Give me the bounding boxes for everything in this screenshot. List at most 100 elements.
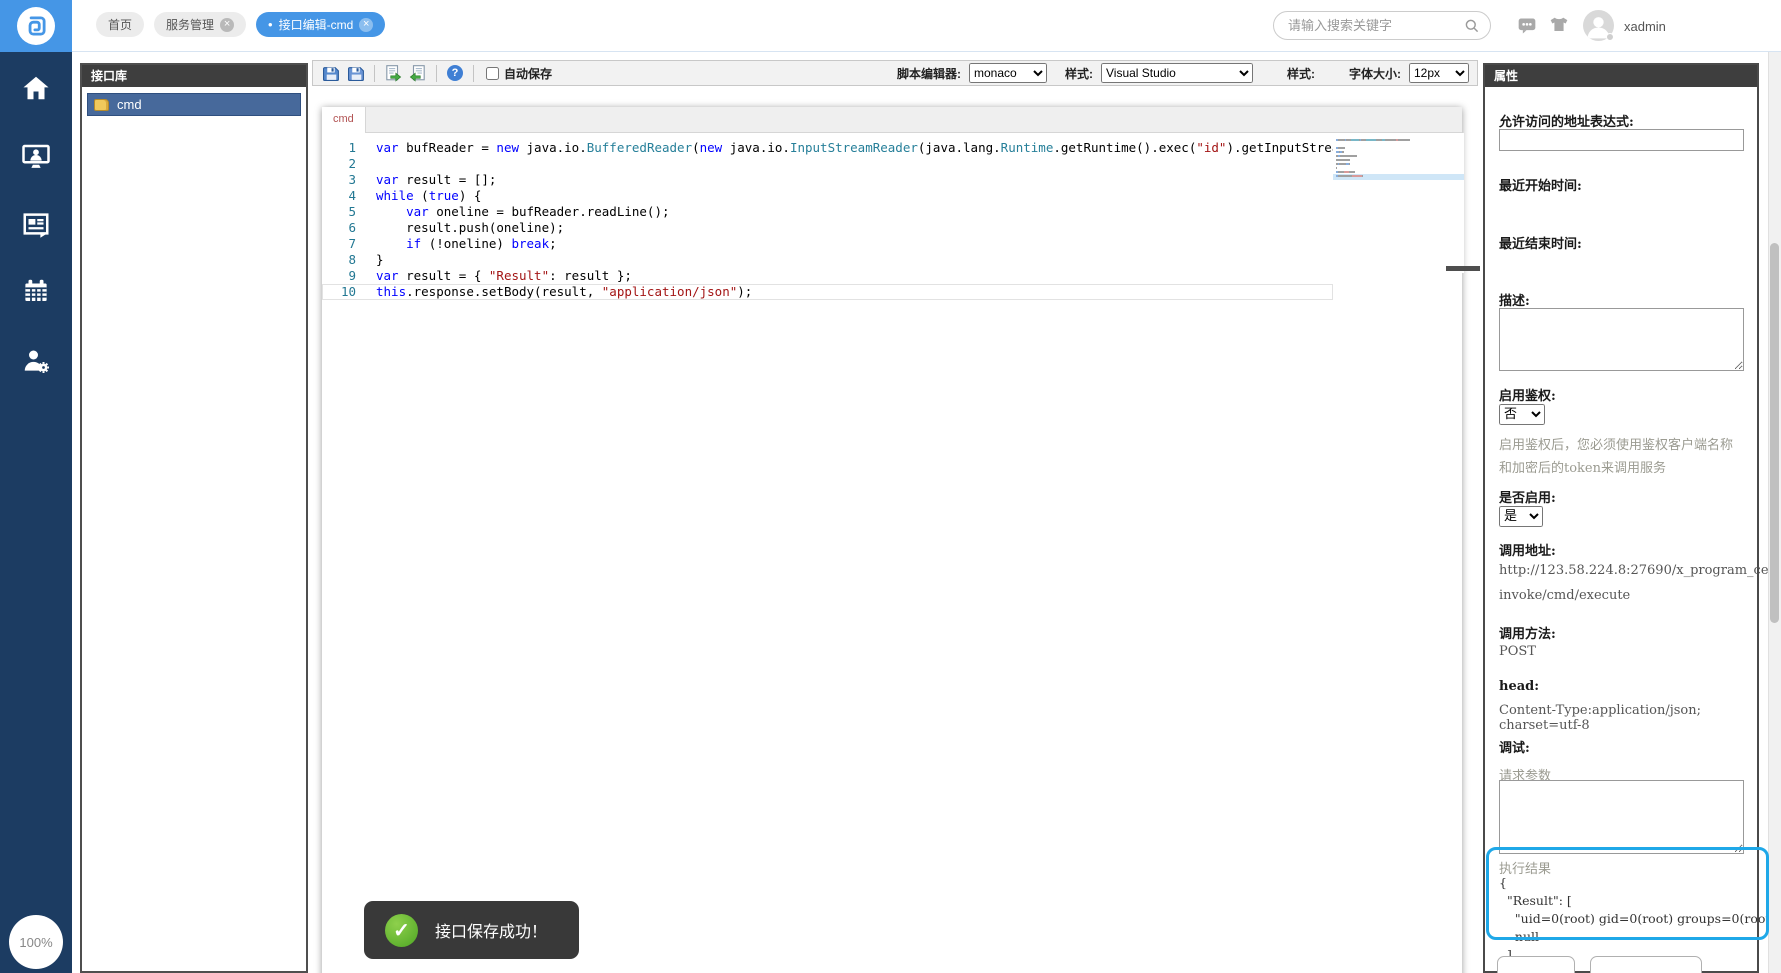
top-bar: 首页 服务管理 × • 接口编辑-cmd ×	[0, 0, 1781, 52]
save-button[interactable]	[321, 63, 341, 83]
last-end-time-label: 最近结束时间:	[1499, 233, 1744, 252]
last-start-time-label: 最近开始时间:	[1499, 175, 1744, 194]
panel-splitter-handle[interactable]	[1446, 266, 1480, 271]
message-icon[interactable]	[1516, 16, 1538, 36]
toolbar-separator	[436, 65, 437, 82]
editor-tab-cmd[interactable]: cmd	[322, 107, 366, 133]
user-settings-icon[interactable]	[21, 345, 51, 375]
toolbar-separator	[473, 65, 474, 82]
help-icon: ?	[447, 65, 463, 81]
autosave-label: 自动保存	[504, 65, 552, 82]
toolbar-right-group: 脚本编辑器: monaco 样式: Visual Studio 样式: 字体大小…	[887, 63, 1469, 83]
font-size-select[interactable]: 12px	[1409, 63, 1469, 83]
autosave-checkbox[interactable]	[486, 67, 499, 80]
invoke-method-value: POST	[1499, 644, 1744, 659]
auth-label: 启用鉴权:	[1499, 385, 1744, 404]
enabled-label: 是否启用:	[1499, 487, 1744, 506]
tab-service-label: 服务管理	[166, 16, 214, 33]
theme-tshirt-icon[interactable]	[1548, 16, 1570, 36]
save-as-button[interactable]	[346, 63, 366, 83]
tab-service-management[interactable]: 服务管理 ×	[154, 12, 246, 37]
tab-service-close-icon[interactable]: ×	[220, 18, 234, 32]
tab-interface-edit-label: 接口编辑-cmd	[279, 16, 354, 33]
help-button[interactable]: ?	[445, 63, 465, 83]
logo-icon	[17, 7, 55, 45]
description-textarea[interactable]	[1499, 308, 1744, 371]
request-params-textarea[interactable]	[1499, 780, 1744, 854]
debug-action-button-1[interactable]	[1497, 956, 1575, 973]
description-label: 描述:	[1499, 290, 1744, 309]
script-editor-label: 脚本编辑器:	[897, 65, 961, 82]
editor-toolbar: ? 自动保存 脚本编辑器: monaco 样式: Visual Studio 样…	[312, 60, 1478, 86]
toolbar-separator	[374, 65, 375, 82]
code-line[interactable]: 2	[322, 156, 1333, 172]
properties-panel: 属性 允许访问的地址表达式: 最近开始时间: 最近结束时间: 描述: 启用鉴权:…	[1483, 63, 1759, 973]
open-tabs: 首页 服务管理 × • 接口编辑-cmd ×	[96, 12, 385, 37]
code-line[interactable]: 1var bufReader = new java.io.BufferedRea…	[322, 140, 1333, 156]
editor-tabstrip: cmd	[322, 107, 1462, 133]
code-line[interactable]: 9var result = { "Result": result };	[322, 268, 1333, 284]
head-label: head:	[1499, 679, 1744, 694]
invoke-url-label: 调用地址:	[1499, 540, 1744, 559]
code-line[interactable]: 3var result = [];	[322, 172, 1333, 188]
code-line[interactable]: 8}	[322, 252, 1333, 268]
code-line[interactable]: 6 result.push(oneline);	[322, 220, 1333, 236]
calendar-icon[interactable]	[21, 276, 51, 306]
username-label[interactable]: xadmin	[1624, 19, 1666, 34]
avatar-status-dot	[1606, 33, 1614, 41]
font-size-label: 字体大小:	[1349, 65, 1401, 82]
debug-action-button-2[interactable]	[1590, 956, 1702, 973]
interface-library-panel: 接口库 cmd	[80, 63, 308, 973]
debug-label: 调试:	[1499, 737, 1744, 756]
invoke-url-line1: http://123.58.224.8:27690/x_program_cent…	[1499, 563, 1744, 578]
app-logo[interactable]	[0, 0, 72, 52]
style2-label: 样式:	[1287, 65, 1315, 82]
library-item-cmd[interactable]: cmd	[87, 93, 301, 116]
home-icon[interactable]	[21, 73, 51, 103]
library-item-label: cmd	[117, 97, 142, 112]
toast-message: 接口保存成功！	[435, 918, 547, 942]
style-label: 样式:	[1065, 65, 1093, 82]
page-scrollbar-thumb[interactable]	[1770, 243, 1779, 623]
news-document-icon[interactable]	[21, 209, 51, 239]
editor-minimap[interactable]	[1333, 133, 1464, 273]
style-select[interactable]: Visual Studio	[1101, 63, 1253, 83]
invoke-url-line2: invoke/cmd/execute	[1499, 588, 1744, 603]
minimap-rows	[1336, 139, 1462, 177]
address-expression-label: 允许访问的地址表达式:	[1499, 111, 1744, 130]
autosave-toggle: 自动保存	[486, 65, 552, 82]
code-editor: cmd 1var bufReader = new java.io.Buffere…	[322, 107, 1462, 973]
search-input[interactable]	[1288, 18, 1464, 33]
invoke-method-label: 调用方法:	[1499, 623, 1744, 642]
library-panel-title: 接口库	[82, 65, 306, 87]
code-lines[interactable]: 1var bufReader = new java.io.BufferedRea…	[322, 133, 1333, 973]
code-line[interactable]: 5 var oneline = bufReader.readLine();	[322, 204, 1333, 220]
auth-hint-text: 启用鉴权后，您必须使用鉴权客户端名称和加密后的token来调用服务	[1499, 435, 1744, 481]
enabled-select[interactable]: 是	[1499, 506, 1543, 527]
save-success-toast: ✓ 接口保存成功！	[364, 901, 579, 959]
head-value: Content-Type:application/json; charset=u…	[1499, 703, 1744, 733]
tab-home[interactable]: 首页	[96, 12, 144, 37]
global-search	[1273, 11, 1491, 40]
app-root: 首页 服务管理 × • 接口编辑-cmd ×	[0, 0, 1781, 973]
address-expression-input[interactable]	[1499, 129, 1744, 151]
tab-home-label: 首页	[108, 16, 132, 33]
import-button[interactable]	[383, 63, 403, 83]
auth-select[interactable]: 否	[1499, 404, 1545, 425]
script-scroll-icon	[94, 99, 109, 111]
tab-interface-edit-close-icon[interactable]: ×	[359, 18, 373, 32]
user-monitor-icon[interactable]	[21, 141, 51, 171]
tab-interface-edit-cmd[interactable]: • 接口编辑-cmd ×	[256, 12, 385, 37]
export-button[interactable]	[408, 63, 428, 83]
properties-panel-title: 属性	[1485, 65, 1757, 87]
script-editor-select[interactable]: monaco	[969, 63, 1047, 83]
unsaved-dot-icon: •	[268, 17, 273, 32]
code-line[interactable]: 10this.response.setBody(result, "applica…	[322, 284, 1333, 300]
code-line[interactable]: 4while (true) {	[322, 188, 1333, 204]
search-icon[interactable]	[1464, 17, 1480, 35]
zoom-level-badge[interactable]: 100%	[9, 915, 63, 969]
nav-sidebar: 100%	[0, 52, 72, 973]
code-line[interactable]: 7 if (!oneline) break;	[322, 236, 1333, 252]
success-check-icon: ✓	[385, 914, 418, 947]
properties-body: 允许访问的地址表达式: 最近开始时间: 最近结束时间: 描述: 启用鉴权: 否 …	[1485, 87, 1757, 971]
